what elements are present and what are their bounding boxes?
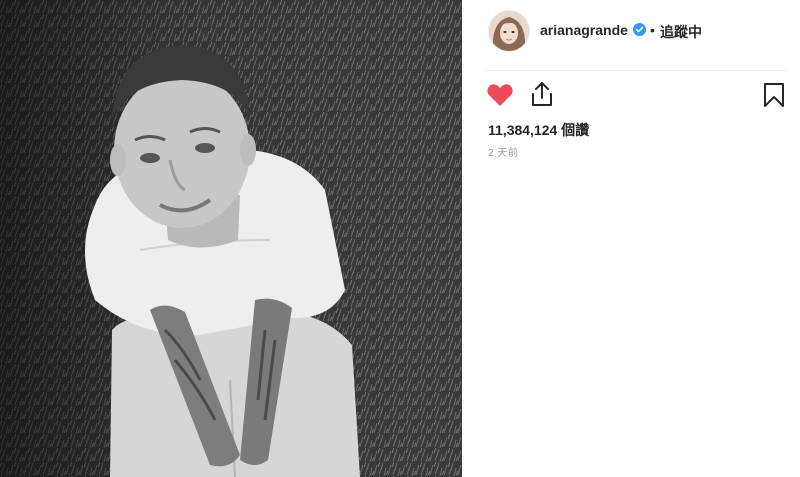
share-button[interactable] xyxy=(528,80,556,108)
save-button[interactable] xyxy=(762,82,786,108)
post-timestamp[interactable]: 2 天前 xyxy=(488,144,518,159)
username-link[interactable]: arianagrande xyxy=(540,22,628,38)
separator-dot: • xyxy=(650,22,655,38)
like-button[interactable] xyxy=(486,82,514,108)
likes-count[interactable]: 11,384,124 個讚 xyxy=(488,120,589,140)
avatar[interactable] xyxy=(488,10,530,52)
share-icon xyxy=(532,82,552,106)
bookmark-icon xyxy=(764,83,784,107)
verified-badge-icon xyxy=(633,23,646,36)
post-header: arianagrande • 追蹤中 xyxy=(462,0,800,68)
post-photo[interactable] xyxy=(0,0,462,477)
post-details-panel: arianagrande • 追蹤中 11,384,124 個讚 2 天前 xyxy=(462,0,800,477)
header-divider xyxy=(486,70,786,71)
follow-status-button[interactable]: 追蹤中 xyxy=(660,22,702,42)
heart-icon xyxy=(487,84,513,106)
